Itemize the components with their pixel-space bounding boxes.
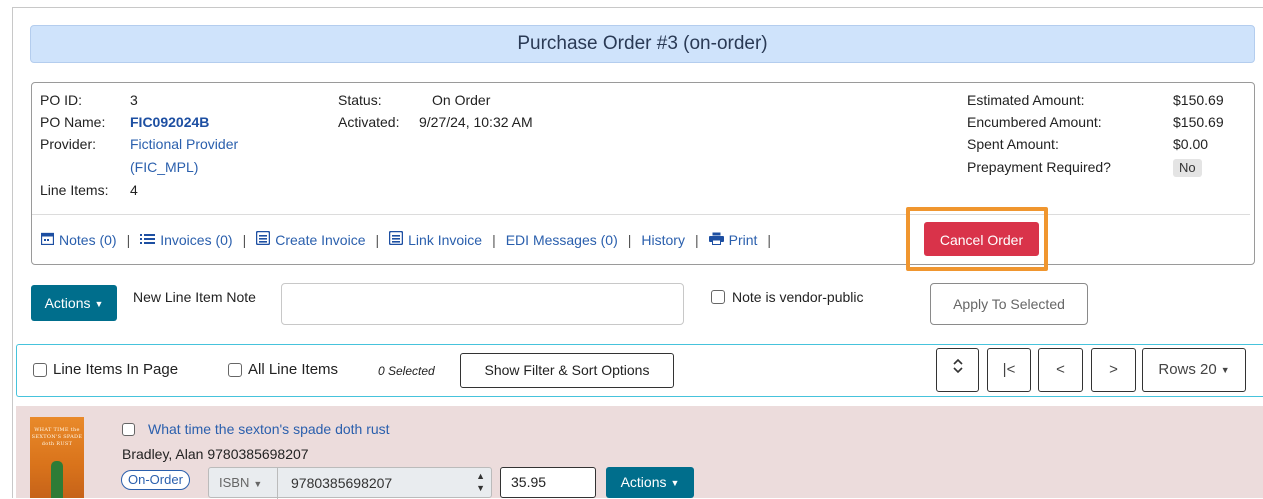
show-filter-sort-button[interactable]: Show Filter & Sort Options: [460, 353, 674, 388]
activated-label: Activated:: [338, 114, 400, 130]
prepay-label: Prepayment Required?: [967, 159, 1111, 175]
po-id-value: 3: [130, 92, 138, 108]
notes-link[interactable]: Notes (0): [40, 230, 117, 250]
line-items-in-page-checkbox[interactable]: Line Items In Page: [33, 361, 178, 378]
notes-link-label: Notes (0): [59, 232, 117, 248]
sort-toggle-button[interactable]: [936, 348, 979, 392]
po-name-label: PO Name:: [40, 114, 106, 130]
create-invoice-link[interactable]: Create Invoice: [255, 230, 366, 250]
book-cover-text: WHAT TIME the SEXTON'S SPADE doth RUST: [31, 427, 83, 447]
line-item-title-row: What time the sexton's spade doth rust: [122, 421, 390, 437]
activated-value: 9/27/24, 10:32 AM: [419, 114, 533, 130]
link-separator: |: [242, 232, 247, 248]
prev-page-button[interactable]: <: [1038, 348, 1083, 392]
line-item-state-badge[interactable]: On-Order: [121, 470, 190, 490]
caret-down-icon: ▼: [670, 477, 680, 488]
edi-messages-link[interactable]: EDI Messages (0): [506, 230, 618, 250]
po-summary-panel: PO ID: 3 PO Name: FIC092024B Provider: F…: [31, 82, 1255, 265]
new-note-label: New Line Item Note: [133, 289, 256, 305]
link-separator: |: [492, 232, 496, 248]
invoices-link[interactable]: Invoices (0): [140, 230, 233, 250]
vendor-public-label: Note is vendor-public: [732, 289, 864, 305]
provider-label: Provider:: [40, 136, 97, 152]
sort-updown-icon: [952, 358, 963, 378]
line-item-checkbox[interactable]: [122, 422, 135, 436]
invoice-icon: [388, 230, 404, 250]
create-invoice-label: Create Invoice: [275, 232, 366, 248]
book-cover-image[interactable]: WHAT TIME the SEXTON'S SPADE doth RUST: [30, 417, 84, 498]
page-title: Purchase Order #3 (on-order): [30, 25, 1255, 63]
link-invoice-label: Link Invoice: [408, 232, 483, 248]
print-link-label: Print: [728, 232, 758, 248]
invoices-link-label: Invoices (0): [160, 232, 233, 248]
printer-icon: [708, 230, 724, 250]
rows-per-page-dropdown[interactable]: Rows 20 ▼: [1142, 348, 1246, 392]
identifier-type-dropdown[interactable]: ISBN ▼: [219, 475, 262, 490]
selected-count: 0 Selected: [378, 364, 435, 378]
list-icon: [140, 230, 156, 250]
vendor-public-checkbox-box[interactable]: [711, 290, 725, 304]
link-separator: |: [767, 232, 772, 248]
identifier-input-group: ISBN ▼ 9780385698207 ▲ ▼: [208, 467, 492, 499]
estimated-label: Estimated Amount:: [967, 92, 1085, 108]
link-invoice-link[interactable]: Link Invoice: [388, 230, 483, 250]
link-separator: |: [694, 232, 699, 248]
all-line-items-box[interactable]: [228, 362, 242, 377]
provider-code-link[interactable]: (FIC_MPL): [130, 158, 198, 176]
po-actions-linkbar: Notes (0) | Invoices (0) | Create Invoic…: [40, 230, 781, 250]
line-item-actions-label: Actions: [620, 474, 667, 490]
identifier-type-label: ISBN: [219, 475, 250, 490]
line-items-label: Line Items:: [40, 182, 109, 198]
spent-value: $0.00: [1173, 136, 1209, 152]
history-link[interactable]: History: [641, 230, 685, 250]
line-items-value: 4: [130, 182, 138, 198]
line-item-author: Bradley, Alan 9780385698207: [122, 446, 309, 462]
line-item-actions-button[interactable]: Actions ▼: [606, 467, 694, 498]
spent-label: Spent Amount:: [967, 136, 1059, 152]
new-note-input[interactable]: [281, 283, 684, 325]
summary-divider: [32, 214, 1250, 215]
caret-down-icon: ▼: [1220, 365, 1230, 376]
identifier-separator: [277, 468, 278, 499]
po-name-link[interactable]: FIC092024B: [130, 113, 209, 131]
link-separator: |: [627, 232, 632, 248]
link-separator: |: [126, 232, 131, 248]
next-page-button[interactable]: >: [1091, 348, 1136, 392]
prepay-badge: No: [1173, 159, 1202, 177]
print-link[interactable]: Print: [708, 230, 758, 250]
encumbered-label: Encumbered Amount:: [967, 114, 1102, 130]
provider-link[interactable]: Fictional Provider: [130, 135, 238, 153]
identifier-spinner-icon[interactable]: ▲ ▼: [476, 470, 485, 494]
all-line-items-label: All Line Items: [248, 361, 339, 378]
line-items-in-page-label: Line Items In Page: [53, 361, 179, 378]
po-id-label: PO ID:: [40, 92, 83, 108]
line-items-in-page-box[interactable]: [33, 362, 47, 377]
first-page-button[interactable]: |<: [987, 348, 1031, 392]
rows-label: Rows 20: [1158, 361, 1217, 378]
identifier-value[interactable]: 9780385698207: [291, 475, 392, 491]
actions-dropdown-button[interactable]: Actions ▼: [31, 285, 117, 321]
actions-label: Actions: [44, 295, 91, 311]
estimated-value: $150.69: [1173, 92, 1224, 108]
calendar-icon: [40, 230, 55, 250]
caret-down-icon: ▼: [94, 299, 104, 310]
encumbered-value: $150.69: [1173, 114, 1224, 130]
apply-to-selected-button[interactable]: Apply To Selected: [930, 283, 1088, 325]
invoice-icon: [255, 230, 271, 250]
cover-bottle-shape: [51, 461, 63, 498]
status-label: Status:: [338, 92, 382, 108]
status-value: On Order: [432, 92, 491, 108]
caret-down-icon: ▼: [253, 478, 263, 489]
line-item-title-link[interactable]: What time the sexton's spade doth rust: [148, 421, 390, 437]
price-input[interactable]: 35.95: [500, 467, 596, 498]
cancel-order-button[interactable]: Cancel Order: [924, 222, 1039, 256]
all-line-items-checkbox[interactable]: All Line Items: [228, 361, 338, 378]
vendor-public-checkbox[interactable]: Note is vendor-public: [711, 289, 864, 305]
link-separator: |: [375, 232, 380, 248]
